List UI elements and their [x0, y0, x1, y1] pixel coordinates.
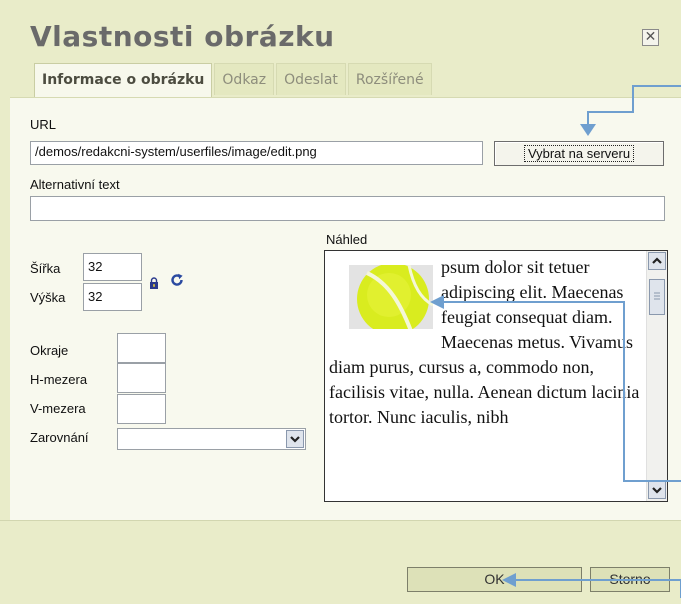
preview-label: Náhled	[326, 232, 368, 247]
image-properties-dialog: Vlastnosti obrázku ✕ Informace o obrázku…	[0, 0, 681, 604]
tab-bar: Informace o obrázku Odkaz Odeslat Rozšíř…	[34, 63, 434, 97]
url-input[interactable]: /demos/redakcni-system/userfiles/image/e…	[30, 141, 483, 165]
width-input[interactable]: 32	[83, 253, 142, 281]
align-label: Zarovnání	[30, 430, 89, 445]
close-icon[interactable]: ✕	[642, 29, 659, 46]
preview-content: psum dolor sit tetuer adipiscing elit. M…	[329, 255, 645, 430]
url-label: URL	[30, 117, 57, 132]
height-label: Výška	[30, 290, 66, 305]
chevron-down-icon[interactable]	[286, 430, 304, 448]
width-label: Šířka	[30, 261, 61, 276]
border-label: Okraje	[30, 343, 69, 358]
align-select[interactable]	[117, 428, 306, 450]
preview-scrollbar[interactable]	[646, 251, 667, 501]
dialog-title: Vlastnosti obrázku	[30, 20, 335, 53]
reset-size-icon[interactable]	[170, 273, 184, 287]
tab-advanced[interactable]: Rozšířené	[347, 63, 432, 95]
tennis-ball-image	[349, 265, 433, 329]
vspace-label: V-mezera	[30, 401, 86, 416]
preview-box[interactable]: psum dolor sit tetuer adipiscing elit. M…	[324, 250, 668, 502]
border-input[interactable]	[117, 333, 166, 363]
lock-icon[interactable]	[149, 277, 159, 289]
hspace-input[interactable]	[117, 363, 166, 393]
browse-server-label: Vybrat na serveru	[523, 145, 635, 162]
scroll-down-icon[interactable]	[648, 481, 666, 499]
vspace-input[interactable]	[117, 394, 166, 424]
ok-button[interactable]: OK	[407, 567, 582, 592]
tab-link[interactable]: Odkaz	[214, 63, 275, 95]
height-input[interactable]: 32	[83, 283, 142, 311]
scroll-thumb[interactable]	[649, 279, 665, 315]
tab-image-info[interactable]: Informace o obrázku	[34, 63, 213, 97]
tab-upload[interactable]: Odeslat	[276, 63, 346, 95]
hspace-label: H-mezera	[30, 372, 88, 387]
browse-server-button[interactable]: Vybrat na serveru	[494, 141, 664, 166]
cancel-button[interactable]: Storno	[590, 567, 670, 592]
scroll-up-icon[interactable]	[648, 252, 666, 270]
alt-text-label: Alternativní text	[30, 177, 120, 192]
alt-text-input[interactable]	[30, 196, 665, 221]
